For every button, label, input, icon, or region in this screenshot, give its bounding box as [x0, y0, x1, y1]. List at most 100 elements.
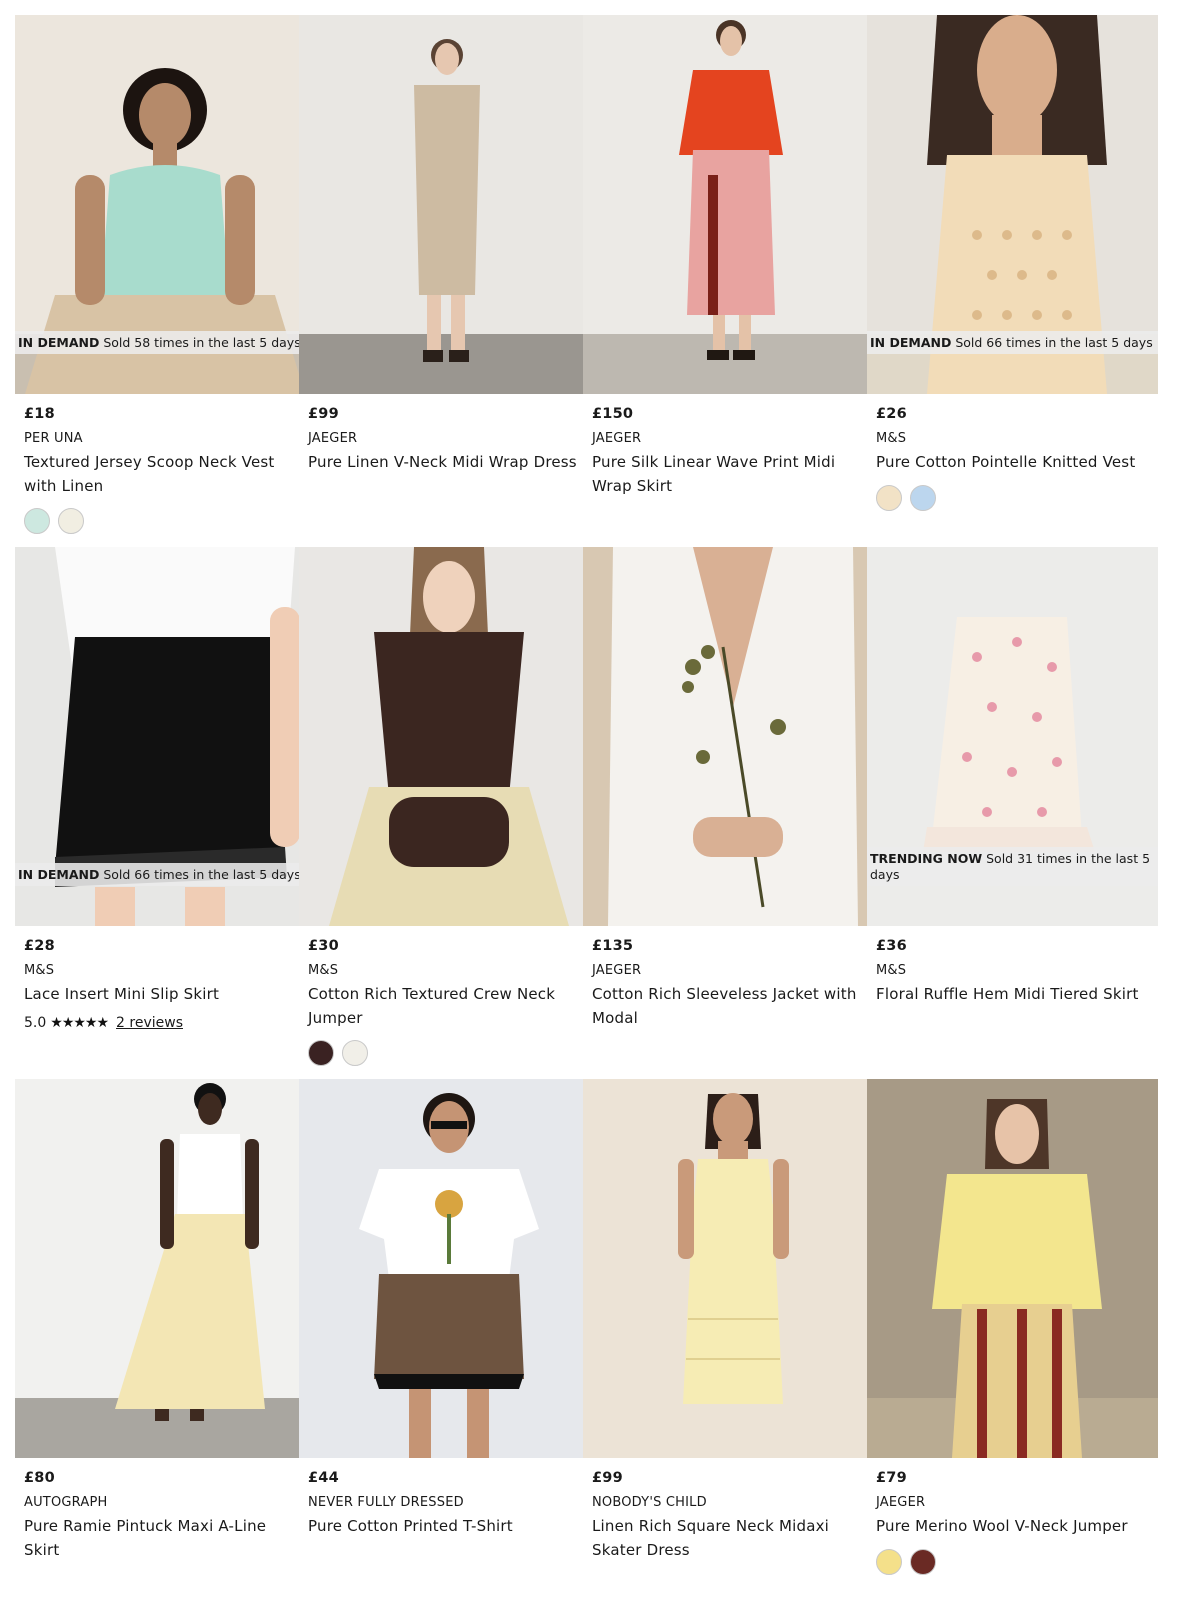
colour-swatch[interactable] [342, 1040, 368, 1066]
product-name[interactable]: Cotton Rich Textured Crew Neck Jumper [308, 983, 581, 1030]
colour-swatch[interactable] [910, 1548, 936, 1575]
product-info: £44 NEVER FULLY DRESSED Pure Cotton Printe… [299, 1470, 590, 1539]
product-image[interactable] [583, 1079, 874, 1458]
product-info: £28 M&S Lace Insert Mini Slip Skirt 5.0 ★★★★… [15, 938, 306, 1031]
colour-swatch[interactable] [910, 484, 936, 511]
badge-label: IN DEMAND [870, 335, 952, 350]
product-card[interactable]: £30 M&S Cotton Rich Textured Crew Neck Jum… [299, 547, 590, 1077]
product-name[interactable]: Linen Rich Square Neck Midaxi Skater Dre… [592, 1515, 865, 1562]
product-photo-illustration [932, 1099, 1102, 1458]
product-brand: PER UNA [24, 431, 83, 446]
product-brand: JAEGER [308, 431, 358, 446]
product-image[interactable]: IN DEMAND Sold 58 times in the last 5 da… [15, 15, 306, 394]
product-image[interactable] [15, 1079, 306, 1458]
product-price: £150 [592, 406, 634, 422]
product-info: £36 M&S Floral Ruffle Hem Midi Tiered Skir… [867, 938, 1158, 1007]
product-price: £80 [24, 1470, 55, 1486]
product-image[interactable] [299, 547, 590, 926]
product-info: £26 M&S Pure Cotton Pointelle Knitted Vest [867, 406, 1158, 511]
product-info: £30 M&S Cotton Rich Textured Crew Neck Jum… [299, 938, 590, 1066]
product-photo-illustration [608, 547, 858, 926]
product-image[interactable]: IN DEMAND Sold 66 times in the last 5 da… [867, 15, 1158, 394]
product-brand: NOBODY'S CHILD [592, 1495, 707, 1510]
product-image[interactable] [299, 1079, 590, 1458]
product-brand: M&S [24, 963, 55, 978]
product-name[interactable]: Pure Silk Linear Wave Print Midi Wrap Sk… [592, 451, 865, 498]
product-row: £80 AUTOGRAPH Pure Ramie Pintuck Maxi A-Li… [15, 1079, 1187, 1609]
product-photo-illustration [678, 1093, 789, 1404]
product-card[interactable]: £150 JAEGER Pure Silk Linear Wave Print Mi… [583, 15, 874, 545]
product-card[interactable]: £80 AUTOGRAPH Pure Ramie Pintuck Maxi A-Li… [15, 1079, 306, 1609]
colour-swatches [24, 508, 297, 534]
product-photo-illustration [414, 39, 480, 362]
product-image[interactable]: TRENDING NOW Sold 31 times in the last 5… [867, 547, 1158, 926]
product-image[interactable] [583, 547, 874, 926]
product-name[interactable]: Floral Ruffle Hem Midi Tiered Skirt [876, 983, 1149, 1007]
badge-text: Sold 66 times in the last 5 days [103, 867, 301, 882]
badge-label: IN DEMAND [18, 867, 100, 882]
badge-label: IN DEMAND [18, 335, 100, 350]
product-card[interactable]: £135 JAEGER Cotton Rich Sleeveless Jacket … [583, 547, 874, 1077]
product-row: IN DEMAND Sold 58 times in the last 5 da… [15, 15, 1187, 545]
product-rating: 5.0 ★★★★★ 2 reviews [24, 1015, 297, 1031]
product-brand: M&S [876, 431, 907, 446]
product-image[interactable] [867, 1079, 1158, 1458]
product-info: £135 JAEGER Cotton Rich Sleeveless Jacket … [583, 938, 874, 1030]
product-name[interactable]: Lace Insert Mini Slip Skirt [24, 983, 297, 1007]
product-name[interactable]: Pure Cotton Pointelle Knitted Vest [876, 451, 1149, 475]
product-price: £79 [876, 1470, 907, 1486]
product-info: £79 JAEGER Pure Merino Wool V-Neck Jumper [867, 1470, 1158, 1575]
product-name[interactable]: Pure Merino Wool V-Neck Jumper [876, 1515, 1149, 1539]
badge-text: Sold 58 times in the last 5 days [103, 335, 301, 350]
product-name[interactable]: Pure Cotton Printed T-Shirt [308, 1515, 581, 1539]
rating-value: 5.0 [24, 1014, 47, 1031]
colour-swatch[interactable] [308, 1040, 334, 1066]
product-card[interactable]: £99 NOBODY'S CHILD Linen Rich Square Neck … [583, 1079, 874, 1609]
reviews-link[interactable]: 2 reviews [116, 1015, 183, 1031]
product-photo-illustration [359, 1093, 539, 1458]
product-price: £36 [876, 938, 907, 954]
product-name[interactable]: Pure Linen V-Neck Midi Wrap Dress [308, 451, 581, 475]
colour-swatch[interactable] [58, 508, 84, 534]
product-brand: NEVER FULLY DRESSED [308, 1495, 464, 1510]
demand-badge: IN DEMAND Sold 66 times in the last 5 da… [867, 331, 1158, 354]
product-row: IN DEMAND Sold 66 times in the last 5 da… [15, 547, 1187, 1077]
product-price: £26 [876, 406, 907, 422]
product-photo-illustration [679, 20, 783, 360]
product-name[interactable]: Textured Jersey Scoop Neck Vest with Lin… [24, 451, 297, 498]
product-name[interactable]: Cotton Rich Sleeveless Jacket with Modal [592, 983, 865, 1030]
product-card[interactable]: IN DEMAND Sold 66 times in the last 5 da… [15, 547, 306, 1077]
product-price: £44 [308, 1470, 339, 1486]
colour-swatch[interactable] [876, 1548, 902, 1575]
product-brand: M&S [308, 963, 339, 978]
product-price: £28 [24, 938, 55, 954]
demand-badge: IN DEMAND Sold 66 times in the last 5 da… [15, 863, 306, 886]
product-brand: AUTOGRAPH [24, 1495, 108, 1510]
colour-swatch[interactable] [876, 484, 902, 511]
product-image[interactable]: IN DEMAND Sold 66 times in the last 5 da… [15, 547, 306, 926]
badge-label: TRENDING NOW [870, 851, 983, 866]
product-card[interactable]: IN DEMAND Sold 58 times in the last 5 da… [15, 15, 306, 545]
product-card[interactable]: £79 JAEGER Pure Merino Wool V-Neck Jumper [867, 1079, 1158, 1609]
product-name[interactable]: Pure Ramie Pintuck Maxi A-Line Skirt [24, 1515, 297, 1562]
badge-text: Sold 66 times in the last 5 days [955, 335, 1153, 350]
product-brand: JAEGER [592, 431, 642, 446]
product-photo-illustration [115, 1083, 265, 1421]
product-card[interactable]: TRENDING NOW Sold 31 times in the last 5… [867, 547, 1158, 1077]
product-image[interactable] [583, 15, 874, 394]
product-brand: M&S [876, 963, 907, 978]
product-price: £30 [308, 938, 339, 954]
product-price: £99 [592, 1470, 623, 1486]
demand-badge: IN DEMAND Sold 58 times in the last 5 da… [15, 331, 306, 354]
product-image[interactable] [299, 15, 590, 394]
product-info: £99 JAEGER Pure Linen V-Neck Midi Wrap Dre… [299, 406, 590, 475]
colour-swatches [876, 1548, 1149, 1575]
colour-swatches [308, 1040, 581, 1066]
product-card[interactable]: £99 JAEGER Pure Linen V-Neck Midi Wrap Dre… [299, 15, 590, 545]
product-card[interactable]: £44 NEVER FULLY DRESSED Pure Cotton Printe… [299, 1079, 590, 1609]
product-info: £18 PER UNA Textured Jersey Scoop Neck Ves… [15, 406, 306, 534]
product-card[interactable]: IN DEMAND Sold 66 times in the last 5 da… [867, 15, 1158, 545]
colour-swatches [876, 484, 1149, 511]
product-info: £150 JAEGER Pure Silk Linear Wave Print Mi… [583, 406, 874, 498]
colour-swatch[interactable] [24, 508, 50, 534]
